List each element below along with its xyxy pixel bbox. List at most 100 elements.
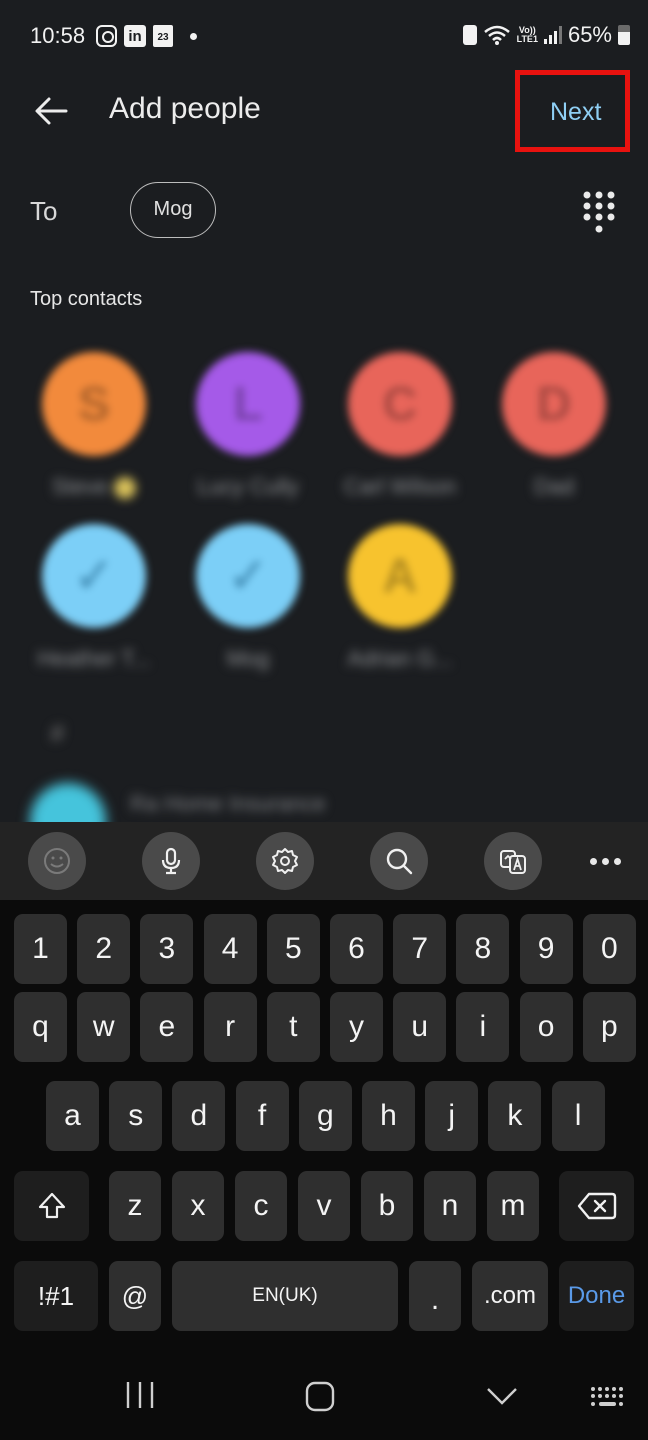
key[interactable]: 5 [266,914,320,984]
avatar: D [502,352,606,456]
translate-icon [500,850,526,874]
key[interactable]: l [551,1081,605,1151]
backspace-key[interactable] [559,1171,634,1241]
contact-item[interactable]: D Dad [484,352,624,500]
contact-name: Mog [226,646,270,671]
to-label: To [30,196,58,226]
status-time: 10:58 [30,23,86,48]
linkedin-icon: in [124,25,146,47]
key[interactable]: s [109,1081,163,1151]
key[interactable]: b [361,1171,413,1241]
key[interactable]: 9 [519,914,573,984]
calendar-icon: 23 [153,25,173,47]
key[interactable]: 0 [582,914,636,984]
wifi-icon [483,25,510,45]
key[interactable]: 6 [330,914,383,984]
contact-name: Steve [24,474,164,500]
key[interactable]: 3 [140,914,194,984]
key[interactable]: u [393,992,447,1062]
keyboard: 1234567890 qwertyuiop asdfghjkl zxcvbnm … [0,900,648,1340]
key[interactable]: v [298,1171,350,1241]
key[interactable]: g [298,1081,352,1151]
contact-name: Ra Home Insurance [130,791,326,816]
recipient-chip[interactable]: Mog [130,182,216,238]
key[interactable]: n [424,1171,476,1241]
key[interactable]: m [487,1171,539,1241]
battery-percent: 65% [567,22,612,47]
contact-list-item[interactable]: Ra Home Insurance [30,775,630,859]
period-key[interactable]: . [409,1261,461,1331]
key[interactable]: o [519,992,573,1062]
contact-item[interactable]: C Carl Wilson [330,352,470,500]
contact-name: Heather T... [37,646,151,671]
contact-item[interactable]: A Adrian G... [330,524,470,672]
search-button[interactable] [370,832,428,890]
contact-item-selected[interactable]: ✓ Heather T... [24,524,164,672]
key[interactable]: 4 [203,914,257,984]
key[interactable]: k [488,1081,542,1151]
translate-button[interactable] [484,832,542,890]
key[interactable]: 2 [77,914,131,984]
shift-key[interactable] [14,1171,89,1241]
selected-check-icon: ✓ [42,524,146,628]
shift-icon [38,1192,65,1219]
recents-icon[interactable] [125,1380,155,1410]
key[interactable]: a [46,1081,99,1151]
contact-name: Carl Wilson [343,474,457,499]
key[interactable]: y [330,992,383,1062]
key[interactable]: 1 [14,914,67,984]
next-button[interactable]: Next [550,98,601,127]
contact-item[interactable]: S Steve [24,352,164,500]
number-row: 1234567890 [0,914,648,984]
symbols-key[interactable]: !#1 [14,1261,98,1331]
contact-name: Lucy Cully [197,474,299,499]
key[interactable]: q [14,992,67,1062]
key[interactable]: x [172,1171,224,1241]
keyboard-settings-button[interactable] [256,832,314,890]
key[interactable]: h [362,1081,415,1151]
keyboard-toolbar [0,822,648,900]
battery-icon [618,25,630,45]
key[interactable]: d [172,1081,226,1151]
bottom-row: !#1 @ EN(UK) . .com Done [0,1261,648,1331]
key[interactable]: 7 [393,914,447,984]
key[interactable]: c [235,1171,287,1241]
contact-item-selected[interactable]: ✓ Mog [178,524,318,672]
key[interactable]: z [109,1171,161,1241]
microphone-icon [161,847,181,875]
volte-icon: Vo)) LTE1 [517,26,538,44]
hide-keyboard-icon[interactable] [486,1386,518,1406]
key[interactable]: t [266,992,320,1062]
more-options-button[interactable] [590,848,630,874]
avatar: S [42,352,146,456]
keyboard-switch-icon[interactable] [590,1386,624,1408]
dotcom-key[interactable]: .com [472,1261,548,1331]
back-arrow-icon[interactable] [34,96,68,126]
key[interactable]: e [140,992,194,1062]
space-key[interactable]: EN(UK) [172,1261,398,1331]
done-key[interactable]: Done [559,1261,634,1331]
battery-saver-icon [462,25,477,45]
key[interactable]: f [235,1081,289,1151]
more-icon [590,857,597,865]
letter-row-1: qwertyuiop [0,992,648,1062]
key[interactable]: p [582,992,636,1062]
favorite-badge-icon [114,477,137,500]
at-key[interactable]: @ [109,1261,161,1331]
dialpad-icon[interactable] [582,190,616,234]
key[interactable]: j [425,1081,479,1151]
key[interactable]: w [77,992,131,1062]
voice-input-button[interactable] [142,832,200,890]
avatar: L [196,352,300,456]
key[interactable]: 8 [456,914,510,984]
letter-row-3: zxcvbnm [0,1171,648,1241]
avatar: A [348,524,452,628]
emoji-button[interactable] [28,832,86,890]
home-icon[interactable] [304,1380,336,1412]
contact-item[interactable]: L Lucy Cully [178,352,318,500]
key[interactable]: r [203,992,257,1062]
contact-name: Adrian G... [347,646,453,671]
notification-dot-icon [190,33,197,40]
search-icon [386,848,413,875]
key[interactable]: i [456,992,510,1062]
